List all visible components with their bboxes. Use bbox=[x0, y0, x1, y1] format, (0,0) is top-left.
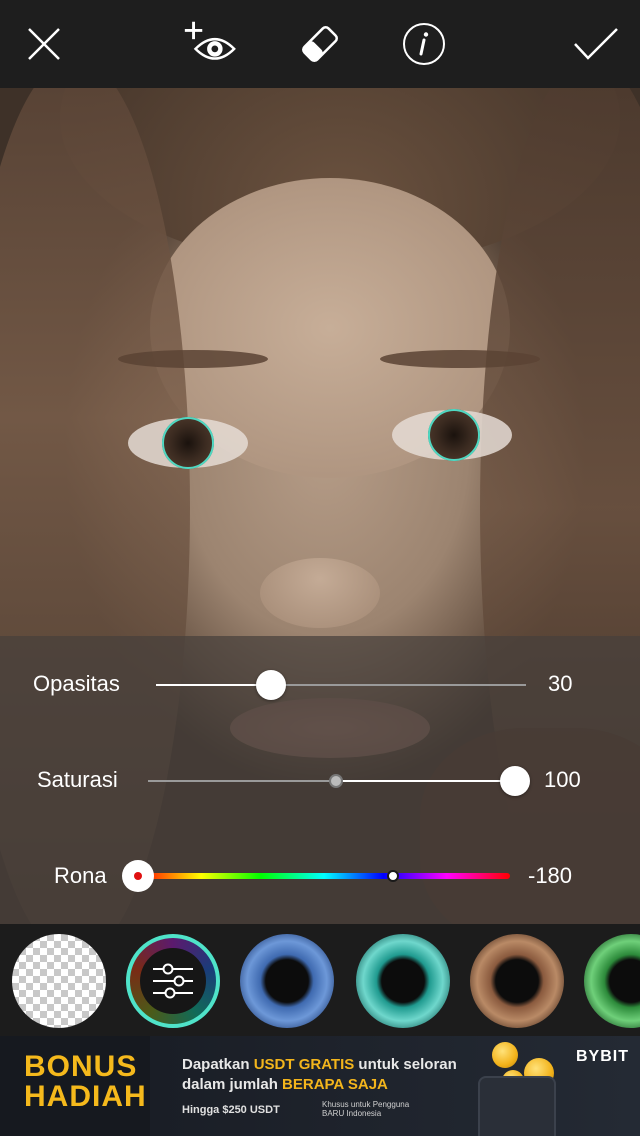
lens-green[interactable] bbox=[584, 934, 640, 1028]
saturation-default-mark bbox=[329, 774, 343, 788]
opacity-label: Opasitas bbox=[33, 671, 120, 696]
ad-text-a: Dapatkan bbox=[182, 1056, 254, 1073]
ad-highlight-usdt: USDT GRATIS bbox=[253, 1056, 355, 1073]
ad-banner[interactable]: BONUS HADIAH Dapatkan USDT GRATIS untuk … bbox=[0, 1036, 640, 1136]
ad-tiny-text: Khusus untuk Pengguna BARU Indonesia bbox=[322, 1100, 410, 1118]
nose bbox=[260, 558, 380, 628]
adjust-inner bbox=[140, 948, 206, 1014]
ad-text-c: dalam jumlah bbox=[182, 1076, 283, 1093]
adjustment-panel: Opasitas 30 Saturasi 100 Rona -180 bbox=[0, 636, 640, 924]
saturation-value: 100 bbox=[544, 767, 581, 792]
hue-value: -180 bbox=[528, 863, 573, 888]
hue-label: Rona bbox=[54, 863, 107, 888]
hue-color-dot bbox=[134, 872, 142, 880]
saturation-fill bbox=[336, 780, 515, 782]
info-button[interactable] bbox=[394, 14, 454, 74]
apply-button[interactable] bbox=[566, 14, 626, 74]
close-icon bbox=[28, 28, 60, 60]
opacity-fill bbox=[156, 684, 271, 686]
lens-none[interactable] bbox=[12, 934, 106, 1028]
ad-headline-line1: BONUS bbox=[24, 1050, 138, 1083]
right-eyebrow bbox=[380, 350, 540, 368]
ad-text-b: untuk seloran bbox=[354, 1056, 457, 1073]
ad-headline-line2: HADIAH bbox=[24, 1080, 147, 1113]
opacity-value: 30 bbox=[548, 671, 573, 696]
hue-default-mark bbox=[387, 870, 399, 882]
ad-highlight-amount: BERAPA SAJA bbox=[282, 1076, 388, 1093]
ad-text-line2: dalam jumlah BERAPA SAJA bbox=[182, 1076, 388, 1093]
opacity-thumb[interactable] bbox=[255, 670, 286, 700]
ad-headline: BONUS HADIAH bbox=[24, 1052, 147, 1112]
sliders-icon bbox=[153, 963, 193, 999]
right-eye-selector[interactable] bbox=[428, 409, 480, 461]
close-button[interactable] bbox=[14, 14, 74, 74]
add-eye-icon bbox=[184, 21, 236, 60]
ad-text-line1: Dapatkan USDT GRATIS untuk seloran bbox=[182, 1056, 457, 1073]
lens-teal[interactable] bbox=[356, 934, 450, 1028]
eraser-button[interactable] bbox=[290, 14, 350, 74]
checkmark-icon bbox=[574, 28, 618, 60]
left-eyebrow bbox=[118, 350, 268, 368]
saturation-thumb[interactable] bbox=[500, 766, 530, 796]
saturation-label: Saturasi bbox=[37, 767, 118, 792]
lens-blue[interactable] bbox=[240, 934, 334, 1028]
lens-brown[interactable] bbox=[470, 934, 564, 1028]
add-eye-button[interactable] bbox=[180, 14, 240, 74]
eraser-icon bbox=[302, 26, 338, 62]
top-toolbar bbox=[0, 0, 640, 88]
hue-spectrum-track[interactable] bbox=[138, 873, 510, 879]
lens-strip bbox=[0, 924, 640, 1036]
lens-adjust-button[interactable] bbox=[126, 934, 220, 1028]
ad-brand-logo: BYBIT bbox=[576, 1048, 629, 1065]
phone-graphic bbox=[478, 1076, 556, 1136]
ad-small-text: Hingga $250 USDT bbox=[182, 1104, 280, 1116]
left-eye-selector[interactable] bbox=[162, 417, 214, 469]
hue-thumb[interactable] bbox=[122, 860, 154, 892]
info-icon bbox=[403, 23, 445, 65]
coin-icon bbox=[492, 1042, 518, 1068]
